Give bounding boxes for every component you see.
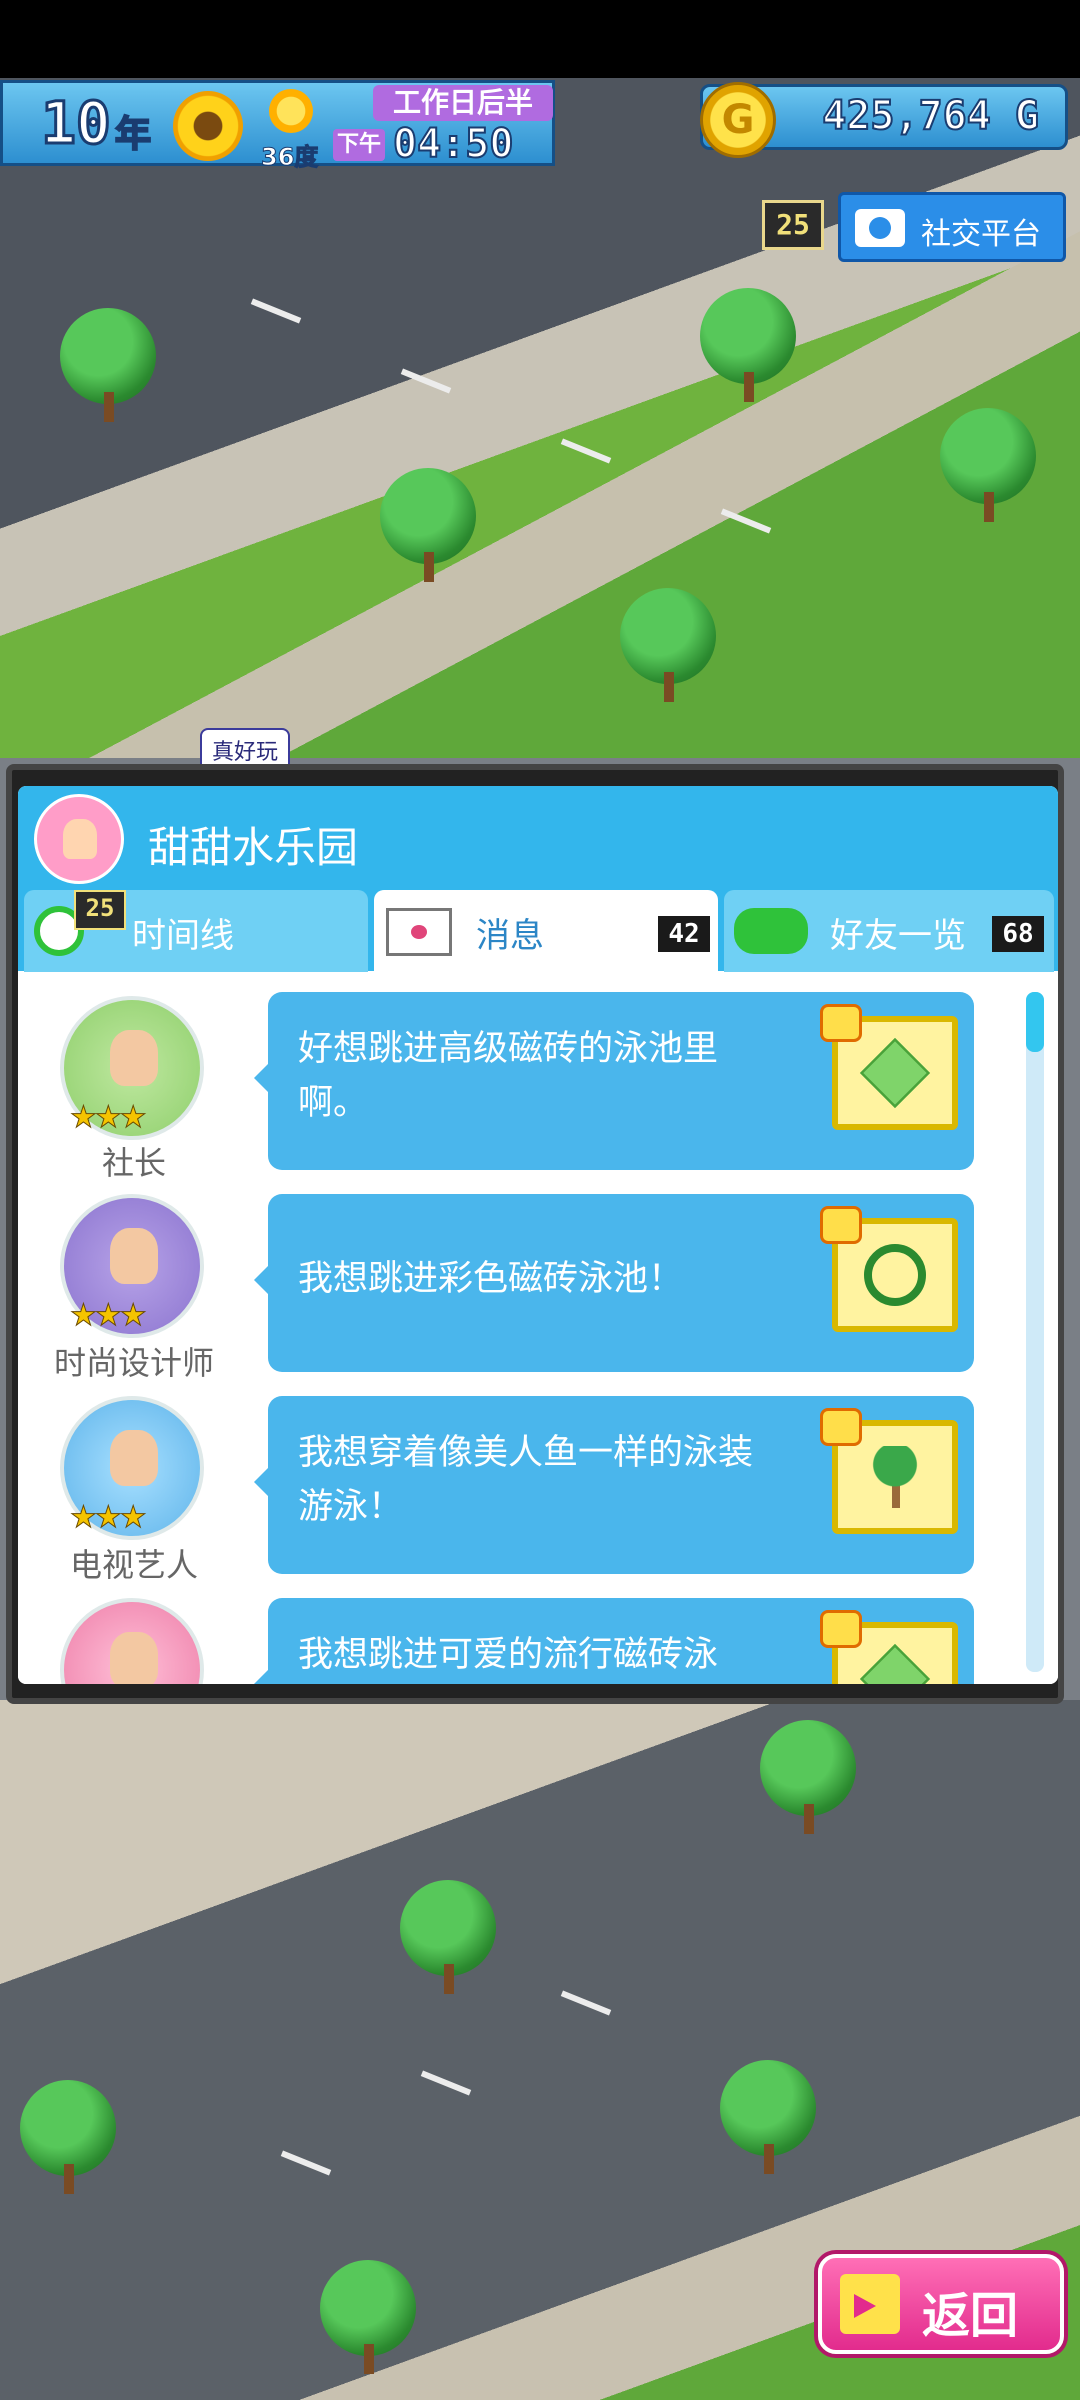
clock-time: 04:50: [392, 120, 514, 168]
social-count-badge: 25: [762, 200, 824, 250]
sunflower-icon: [173, 91, 243, 161]
avatar-face: [110, 1632, 158, 1684]
tree-icon: [620, 588, 716, 702]
gift-icon: [820, 1408, 862, 1446]
star-rating: ★★★: [70, 1298, 148, 1334]
year-unit: 年: [114, 113, 152, 156]
message-row[interactable]: ★★★ 社长 好想跳进高级磁砖的泳池里啊。: [18, 992, 1018, 1182]
lane-marking: [560, 438, 612, 464]
avatar-face: [110, 1430, 158, 1486]
year-number: 10: [40, 88, 113, 159]
role-label: 电视艺人: [69, 1546, 198, 1584]
tree-icon: [720, 2060, 816, 2174]
gift-icon: [820, 1004, 862, 1042]
lane-marking: [280, 2150, 332, 2176]
tree-icon: [400, 1880, 496, 1994]
panel-header: 甜甜水乐园 25 时间线 消息 42 好友一览 68: [18, 786, 1058, 972]
star-rating: ★★★: [70, 1100, 148, 1136]
message-row[interactable]: ★★★ 时尚设计师 我想跳进彩色磁砖泳池！: [18, 1194, 1018, 1384]
tree-icon: [700, 288, 796, 402]
message-row[interactable]: ★★★ 电视艺人 我想穿着像美人鱼一样的泳装游泳！: [18, 1396, 1018, 1586]
gift-icon: [820, 1206, 862, 1244]
tree-icon: [380, 468, 476, 582]
coin-icon: G: [700, 82, 776, 158]
scrollbar-thumb[interactable]: [1026, 992, 1044, 1052]
tree-icon: [60, 308, 156, 422]
back-arrow-icon: [840, 2274, 900, 2334]
period-badge: 工作日后半: [373, 85, 553, 121]
avatar-face: [110, 1030, 158, 1086]
mail-heart-icon: [386, 908, 452, 956]
palm-tree-icon: [864, 1446, 926, 1508]
park-avatar: [34, 794, 124, 884]
status-bar: [0, 0, 1080, 78]
lane-marking: [560, 1990, 612, 2016]
tile-icon: [859, 1037, 931, 1109]
friends-count: 68: [992, 916, 1044, 952]
lane-marking: [720, 508, 772, 534]
date-time-hud: 10 年 36度 工作日后半 下午 04:50: [0, 80, 555, 172]
messages-panel: 甜甜水乐园 25 时间线 消息 42 好友一览 68 ★★★ 社长 好想跳进高级…: [18, 786, 1058, 1684]
star-rating: ★★★: [70, 1500, 148, 1536]
tree-icon: [320, 2260, 416, 2374]
message-bubble[interactable]: 我想跳进彩色磁砖泳池！: [254, 1194, 974, 1372]
messages-count: 42: [658, 916, 710, 952]
message-row[interactable]: 我想跳进可爱的流行磁砖泳: [18, 1598, 1018, 1684]
water-slide-icon: [864, 1244, 926, 1306]
money-amount: 425,764 G: [821, 92, 1040, 140]
message-bubble[interactable]: 好想跳进高级磁砖的泳池里啊。: [254, 992, 974, 1170]
tab-label: 消息: [476, 916, 544, 956]
message-text: 我想跳进可爱的流行磁砖泳: [298, 1635, 719, 1675]
tab-friends[interactable]: 好友一览 68: [724, 890, 1054, 972]
timeline-badge: 25: [74, 890, 126, 930]
tab-label: 时间线: [132, 916, 234, 956]
scrollbar[interactable]: [1026, 992, 1044, 1672]
avatar[interactable]: [60, 1598, 204, 1684]
city-scene-top[interactable]: [0, 78, 1080, 758]
tree-icon: [760, 1720, 856, 1834]
ampm-badge: 下午: [333, 129, 385, 161]
lane-marking: [420, 2070, 472, 2096]
tab-messages[interactable]: 消息 42: [374, 890, 718, 972]
back-button[interactable]: 返回: [818, 2254, 1064, 2354]
tab-timeline[interactable]: 25 时间线: [24, 890, 368, 972]
avatar-face: [110, 1228, 158, 1284]
tile-icon: [859, 1643, 931, 1684]
message-text: 我想穿着像美人鱼一样的泳装游泳！: [298, 1433, 754, 1527]
message-text: 好想跳进高级磁砖的泳池里啊。: [298, 1029, 719, 1123]
lane-marking: [400, 368, 452, 394]
role-label: 时尚设计师: [53, 1344, 214, 1382]
temperature: 36度: [260, 143, 319, 172]
tree-icon: [940, 408, 1036, 522]
friends-icon: [734, 908, 808, 954]
message-text: 我想跳进彩色磁砖泳池！: [298, 1259, 684, 1299]
tree-icon: [20, 2080, 116, 2194]
back-button-label: 返回: [922, 2288, 1019, 2344]
gift-icon: [820, 1610, 862, 1648]
social-platform-button[interactable]: 社交平台: [838, 192, 1066, 262]
message-bubble[interactable]: 我想穿着像美人鱼一样的泳装游泳！: [254, 1396, 974, 1574]
sun-icon: [269, 89, 313, 133]
social-platform-label: 社交平台: [921, 217, 1041, 252]
message-list[interactable]: ★★★ 社长 好想跳进高级磁砖的泳池里啊。 ★★★ 时尚设计师 我想跳进彩色磁砖…: [18, 972, 1058, 1684]
park-name: 甜甜水乐园: [148, 823, 359, 872]
tab-label: 好友一览: [830, 916, 966, 956]
lane-marking: [250, 298, 302, 324]
role-label: 社长: [101, 1144, 166, 1182]
camera-icon: [855, 209, 905, 247]
message-bubble[interactable]: 我想跳进可爱的流行磁砖泳: [254, 1598, 974, 1684]
